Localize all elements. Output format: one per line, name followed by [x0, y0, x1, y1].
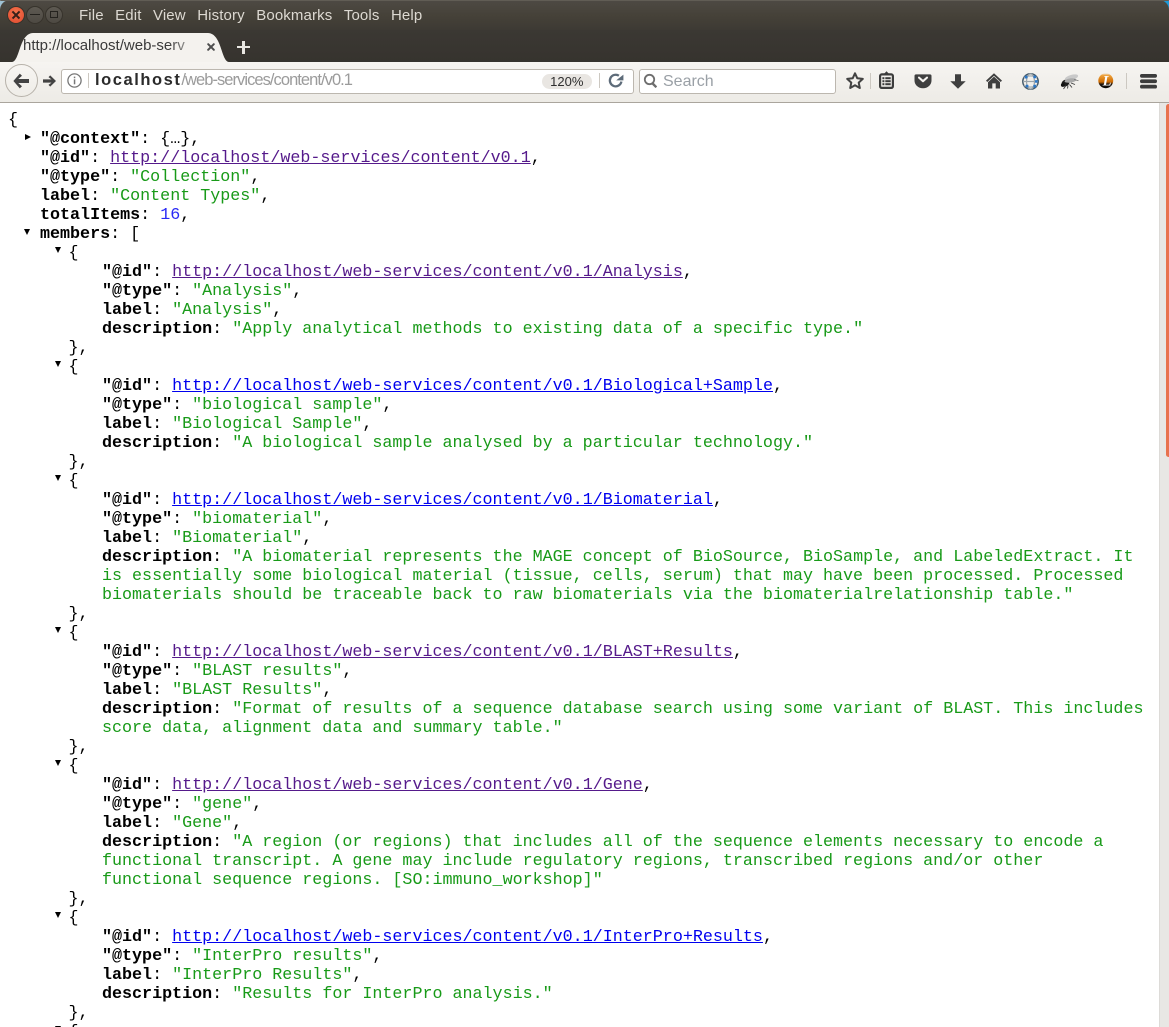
- svg-text:L: L: [1102, 74, 1112, 89]
